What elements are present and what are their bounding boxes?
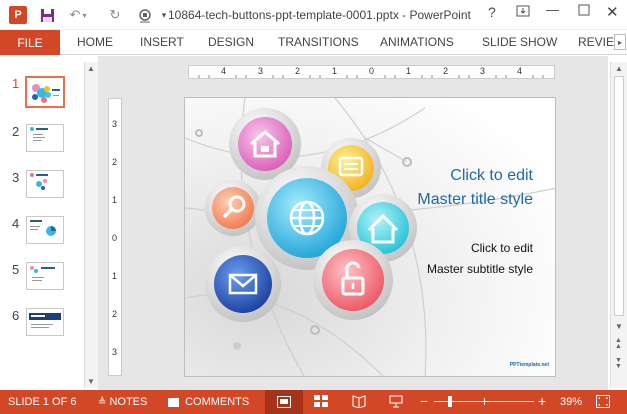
minimize-button[interactable]: — — [546, 2, 559, 17]
slide-subtitle-placeholder[interactable]: Click to edit Master subtitle style — [427, 238, 533, 280]
previous-slide-icon[interactable]: ▲ ▲ — [615, 337, 622, 350]
ruler-label: 2 — [295, 66, 301, 76]
scroll-down-icon[interactable]: ▼ — [87, 377, 95, 386]
slide-scrollbar[interactable]: ▲ ▼ ▲ ▲ ▼ ▼ — [610, 62, 627, 388]
fit-slide-icon[interactable] — [596, 395, 610, 411]
slide-subtitle-line: Master subtitle style — [426, 262, 533, 276]
slide-title-line: Click to edit — [450, 167, 533, 184]
notes-icon: ≜ — [98, 397, 107, 408]
tab-transitions[interactable]: TRANSITIONS — [278, 35, 359, 49]
ruler-label: 2 — [443, 66, 449, 76]
thumbnail-number: 4 — [12, 216, 20, 231]
slide-title-line: Master title style — [417, 191, 533, 208]
ruler-label: 2 — [112, 157, 118, 167]
scroll-down-icon[interactable]: ▼ — [615, 322, 623, 331]
ruler-label: 4 — [221, 66, 227, 76]
repeat-icon[interactable]: ↻ — [106, 5, 124, 25]
ruler-label: 3 — [258, 66, 264, 76]
slide-counter: SLIDE 1 OF 6 — [8, 396, 77, 408]
ribbon-scroll-right-icon[interactable]: ▸ — [614, 34, 626, 50]
search-button-art — [205, 180, 261, 236]
slide-thumbnail-2[interactable] — [26, 124, 64, 152]
slide-thumbnail-1[interactable] — [25, 76, 65, 108]
scrollbar-thumb[interactable] — [614, 76, 624, 316]
ruler-label: 1 — [406, 66, 412, 76]
reading-view-icon[interactable] — [352, 395, 366, 411]
ruler-label: 1 — [112, 271, 118, 281]
tab-home[interactable]: HOME — [77, 35, 113, 49]
help-button[interactable]: ? — [488, 4, 496, 20]
save-icon[interactable] — [38, 5, 56, 25]
ribbon-tabs: FILE HOME INSERT DESIGN TRANSITIONS ANIM… — [0, 30, 627, 55]
powerpoint-app-icon[interactable]: P — [8, 5, 28, 25]
ribbon-display-options-icon[interactable] — [516, 4, 530, 21]
slide-thumbnail-pane: 1 2 3 4 5 6 — [0, 56, 84, 390]
present-icon[interactable] — [134, 5, 158, 25]
ruler-label: 1 — [112, 195, 118, 205]
scroll-up-icon[interactable]: ▲ — [615, 64, 623, 73]
tab-review[interactable]: REVIEW — [578, 35, 618, 49]
slide-sorter-icon[interactable] — [314, 395, 328, 411]
slide-thumbnail-6[interactable] — [26, 308, 64, 336]
notes-button[interactable]: ≜ NOTES — [98, 396, 147, 408]
tab-file[interactable]: FILE — [0, 30, 60, 55]
slide-thumbnail-4[interactable] — [26, 216, 64, 244]
slide-title-placeholder[interactable]: Click to edit Master title style — [417, 164, 533, 212]
ruler-label: 1 — [332, 66, 338, 76]
thumbnail-number: 1 — [12, 76, 20, 91]
zoom-out-button[interactable]: − — [420, 393, 428, 409]
close-button[interactable]: ✕ — [606, 3, 619, 21]
thumbnail-number: 5 — [12, 262, 20, 277]
maximize-button[interactable] — [578, 4, 590, 19]
scroll-up-icon[interactable]: ▲ — [87, 64, 95, 73]
vertical-ruler: 3 2 1 0 1 2 3 — [108, 98, 122, 376]
slide-thumbnail-5[interactable] — [26, 262, 64, 290]
zoom-slider-thumb[interactable] — [448, 396, 452, 407]
comments-label: COMMENTS — [185, 396, 250, 408]
status-bar: SLIDE 1 OF 6 ≜ NOTES COMMENTS − + 39% — [0, 390, 627, 414]
normal-view-icon[interactable] — [265, 390, 303, 414]
tab-design[interactable]: DESIGN — [208, 35, 254, 49]
ruler-label: 3 — [480, 66, 486, 76]
undo-icon[interactable]: ↶ ▾ — [66, 5, 90, 25]
ruler-label: 3 — [112, 347, 118, 357]
slide-subtitle-line: Click to edit — [470, 241, 533, 255]
zoom-slider[interactable] — [434, 396, 534, 407]
comment-icon — [168, 397, 179, 407]
ruler-label: 3 — [112, 119, 118, 129]
slide-thumbnail-3[interactable] — [26, 170, 64, 198]
notes-label: NOTES — [109, 396, 148, 408]
zoom-in-button[interactable]: + — [538, 393, 546, 409]
tab-animations[interactable]: ANIMATIONS — [380, 35, 454, 49]
zoom-slider-center-mark — [484, 398, 485, 405]
tab-slide-show[interactable]: SLIDE SHOW — [482, 35, 557, 49]
ruler-label: 2 — [112, 309, 118, 319]
comments-button[interactable]: COMMENTS — [168, 396, 249, 408]
thumbnail-scrollbar[interactable]: ▲ ▼ — [84, 62, 98, 388]
unlock-button-art — [313, 240, 393, 320]
slideshow-view-icon[interactable] — [389, 395, 403, 411]
next-slide-icon[interactable]: ▼ ▼ — [615, 357, 622, 370]
customize-quick-access-icon[interactable]: ▾ — [160, 5, 168, 25]
horizontal-ruler: 4 3 2 1 0 1 2 3 4 — [188, 65, 555, 79]
thumbnail-number: 3 — [12, 170, 20, 185]
document-title: 10864-tech-buttons-ppt-template-0001.ppt… — [168, 8, 471, 22]
ruler-label: 0 — [112, 233, 118, 243]
ruler-label: 4 — [517, 66, 523, 76]
current-slide[interactable]: Click to edit Master title style Click t… — [184, 97, 556, 377]
email-button-art — [205, 246, 281, 322]
zoom-level[interactable]: 39% — [560, 396, 582, 408]
tab-insert[interactable]: INSERT — [140, 35, 184, 49]
thumbnail-number: 2 — [12, 124, 20, 139]
brand-logo: PPTtemplate.net — [509, 362, 549, 368]
thumbnail-number: 6 — [12, 308, 20, 323]
title-bar: P ↶ ▾ ↻ ▾ 10864-tech-buttons-ppt-template… — [0, 0, 627, 30]
ruler-label: 0 — [369, 66, 375, 76]
